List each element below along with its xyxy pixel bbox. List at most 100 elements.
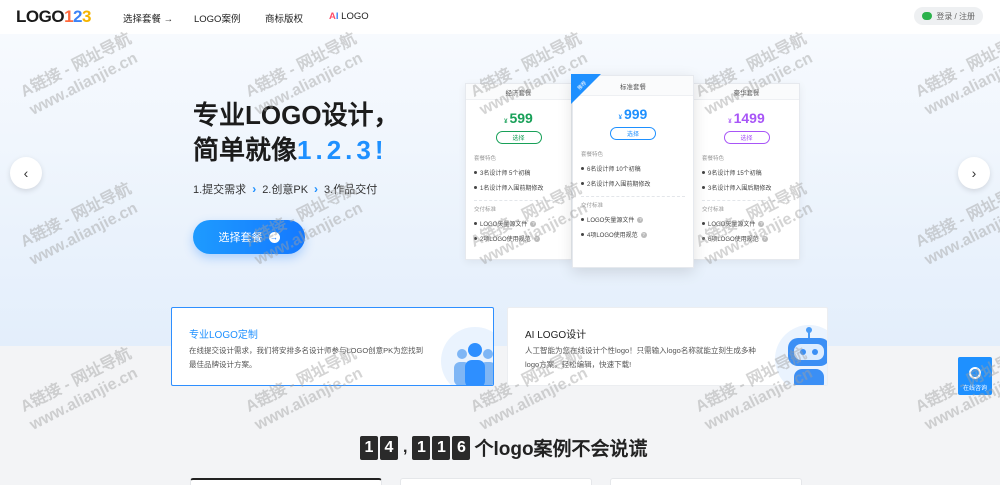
consult-label: 在线咨询 [962,386,987,392]
pricing-card-standard: 推荐 标准套餐 ¥999 选择 套餐特色 6名设计师 10个初稿 2名设计师入围… [571,74,694,268]
feature-item: 3名设计师 5个初稿 [474,168,571,177]
arrow-right-icon: → [268,231,280,243]
bullet-icon [474,171,477,174]
feature-item: 6名设计师 10个初稿 [581,164,693,173]
wechat-icon [922,12,933,20]
package-name: 经济套餐 [466,84,571,100]
login-button[interactable]: 登录 / 注册 [914,7,983,25]
package-price: ¥1499 [694,110,799,126]
logo-digit: 1 [64,7,74,26]
choose-package-button[interactable]: 选择套餐 → [193,220,305,254]
online-consult-button[interactable]: 在线咨询 [958,357,992,395]
divider [581,196,685,197]
bullet-icon [581,218,584,221]
select-button[interactable]: 选择 [610,127,656,140]
login-label: 登录 / 注册 [936,11,975,21]
step-1: 1.提交需求 [193,184,247,196]
pricing-card-economy: 经济套餐 ¥599 选择 套餐特色 3名设计师 5个初稿 1名设计师入围前期修改… [465,83,572,260]
counter-digit: 1 [432,435,451,460]
chevron-right-icon: › [971,165,977,181]
card-description: 在线提交设计需求，我们将安排多名设计师参与LOGO创意PK为您找到最佳品牌设计方… [189,346,424,369]
case-card-peek [610,478,802,485]
price-value: 599 [509,110,533,126]
nav-trademark[interactable]: 商标版权 [265,11,303,25]
hero-steps: 1.提交需求 › 2.创意PK › 3.作品交付 [193,181,377,197]
bullet-icon [581,167,584,170]
nav-choose-package[interactable]: 选择套餐 → [123,11,173,25]
feature-item: 3名设计师入围后期修改 [702,183,799,192]
counter-comma: , [403,438,408,456]
card-title: AI LOGO设计 [525,330,587,341]
help-icon[interactable]: ? [533,235,540,242]
hero-title-prefix: 简单就像 [193,135,298,165]
feature-text: 1名设计师入围前期修改 [480,186,544,192]
section-label: 交付标准 [474,207,497,213]
ai-logo-label: LOGO [338,11,369,22]
feature-text: 6名设计师 10个初稿 [587,167,641,173]
bullet-icon [581,233,584,236]
bullet-icon [702,186,705,189]
feature-text: LOGO矢量源文件 [480,222,528,228]
watermark: A链接 - 网址导航 www.alianjie.cn [18,345,145,436]
custom-logo-card[interactable]: 专业LOGO定制 在线提交设计需求，我们将安排多名设计师参与LOGO创意PK为您… [171,307,494,386]
nav-logo-cases[interactable]: LOGO案例 [194,11,240,25]
carousel-next-button[interactable]: › [958,157,990,189]
ai-logo-card[interactable]: AI LOGO设计 人工智能为您在线设计个性logo！只需输入logo名称就能立… [507,307,828,386]
feature-text: 2项LOGO使用规范 [480,237,531,243]
hero-title-accent: 1.2.3! [297,135,388,165]
logo-text: LOGO [16,7,65,26]
help-icon[interactable]: ? [640,231,647,238]
divider [474,200,563,201]
section-label: 交付标准 [702,207,725,213]
section-label: 套餐特色 [702,156,725,162]
hero-title-line1: 专业LOGO设计， [193,100,400,130]
watermark-text: A链接 - 网址导航 [18,345,135,416]
step-3: 3.作品交付 [324,184,378,196]
section-label: 套餐特色 [474,156,497,162]
help-icon[interactable]: ? [761,235,768,242]
feature-item: 6项LOGO使用规范? [702,234,799,243]
feature-text: 3名设计师入围后期修改 [708,186,772,192]
site-logo[interactable]: LOGO123 [16,7,91,27]
carousel-prev-button[interactable]: ‹ [10,157,42,189]
divider [702,200,791,201]
counter-digit: 6 [452,435,471,460]
price-value: 1499 [733,110,765,126]
chevron-right-icon: › [252,182,257,196]
help-icon[interactable]: ? [637,216,644,223]
bullet-icon [702,171,705,174]
feature-text: 6项LOGO使用规范 [708,237,759,243]
feature-item: 2项LOGO使用规范? [474,234,571,243]
section-label: 套餐特色 [581,152,604,158]
recommended-ribbon [571,74,601,104]
package-price: ¥599 [466,110,571,126]
bullet-icon [474,222,477,225]
select-button[interactable]: 选择 [495,131,542,144]
feature-item: 2名设计师入围前期修改 [581,179,693,188]
ai-letter: A [329,11,336,22]
feature-text: 9名设计师 15个初稿 [708,171,762,177]
package-name: 豪华套餐 [694,84,799,100]
chevron-left-icon: ‹ [23,165,29,181]
select-button[interactable]: 选择 [723,131,770,144]
headset-icon [969,367,981,379]
price-value: 999 [623,106,648,122]
feature-item: LOGO矢量源文件? [581,215,693,224]
step-2: 2.创意PK [262,184,309,196]
case-counter: 1 4 , 1 1 6 个logo案例不会说谎 [360,434,648,461]
counter-digit: 1 [412,435,431,460]
chevron-right-icon: › [314,182,319,196]
help-icon[interactable]: ? [758,220,765,227]
nav-ai-logo[interactable]: AI LOGO [329,11,369,22]
hero-title-line2: 简单就像1.2.3! [193,130,388,167]
feature-text: LOGO矢量源文件 [708,222,756,228]
feature-item: LOGO矢量源文件? [474,219,571,228]
card-description: 人工智能为您在线设计个性logo！只需输入logo名称就能立刻生成多种logo方… [525,346,756,369]
feature-item: LOGO矢量源文件? [702,219,799,228]
help-icon[interactable]: ? [530,220,537,227]
bullet-icon [581,182,584,185]
watermark-url: www.alianjie.cn [27,364,141,434]
cta-label: 选择套餐 [218,232,263,244]
feature-item: 9名设计师 15个初稿 [702,168,799,177]
logo-digit: 2 [73,7,82,26]
